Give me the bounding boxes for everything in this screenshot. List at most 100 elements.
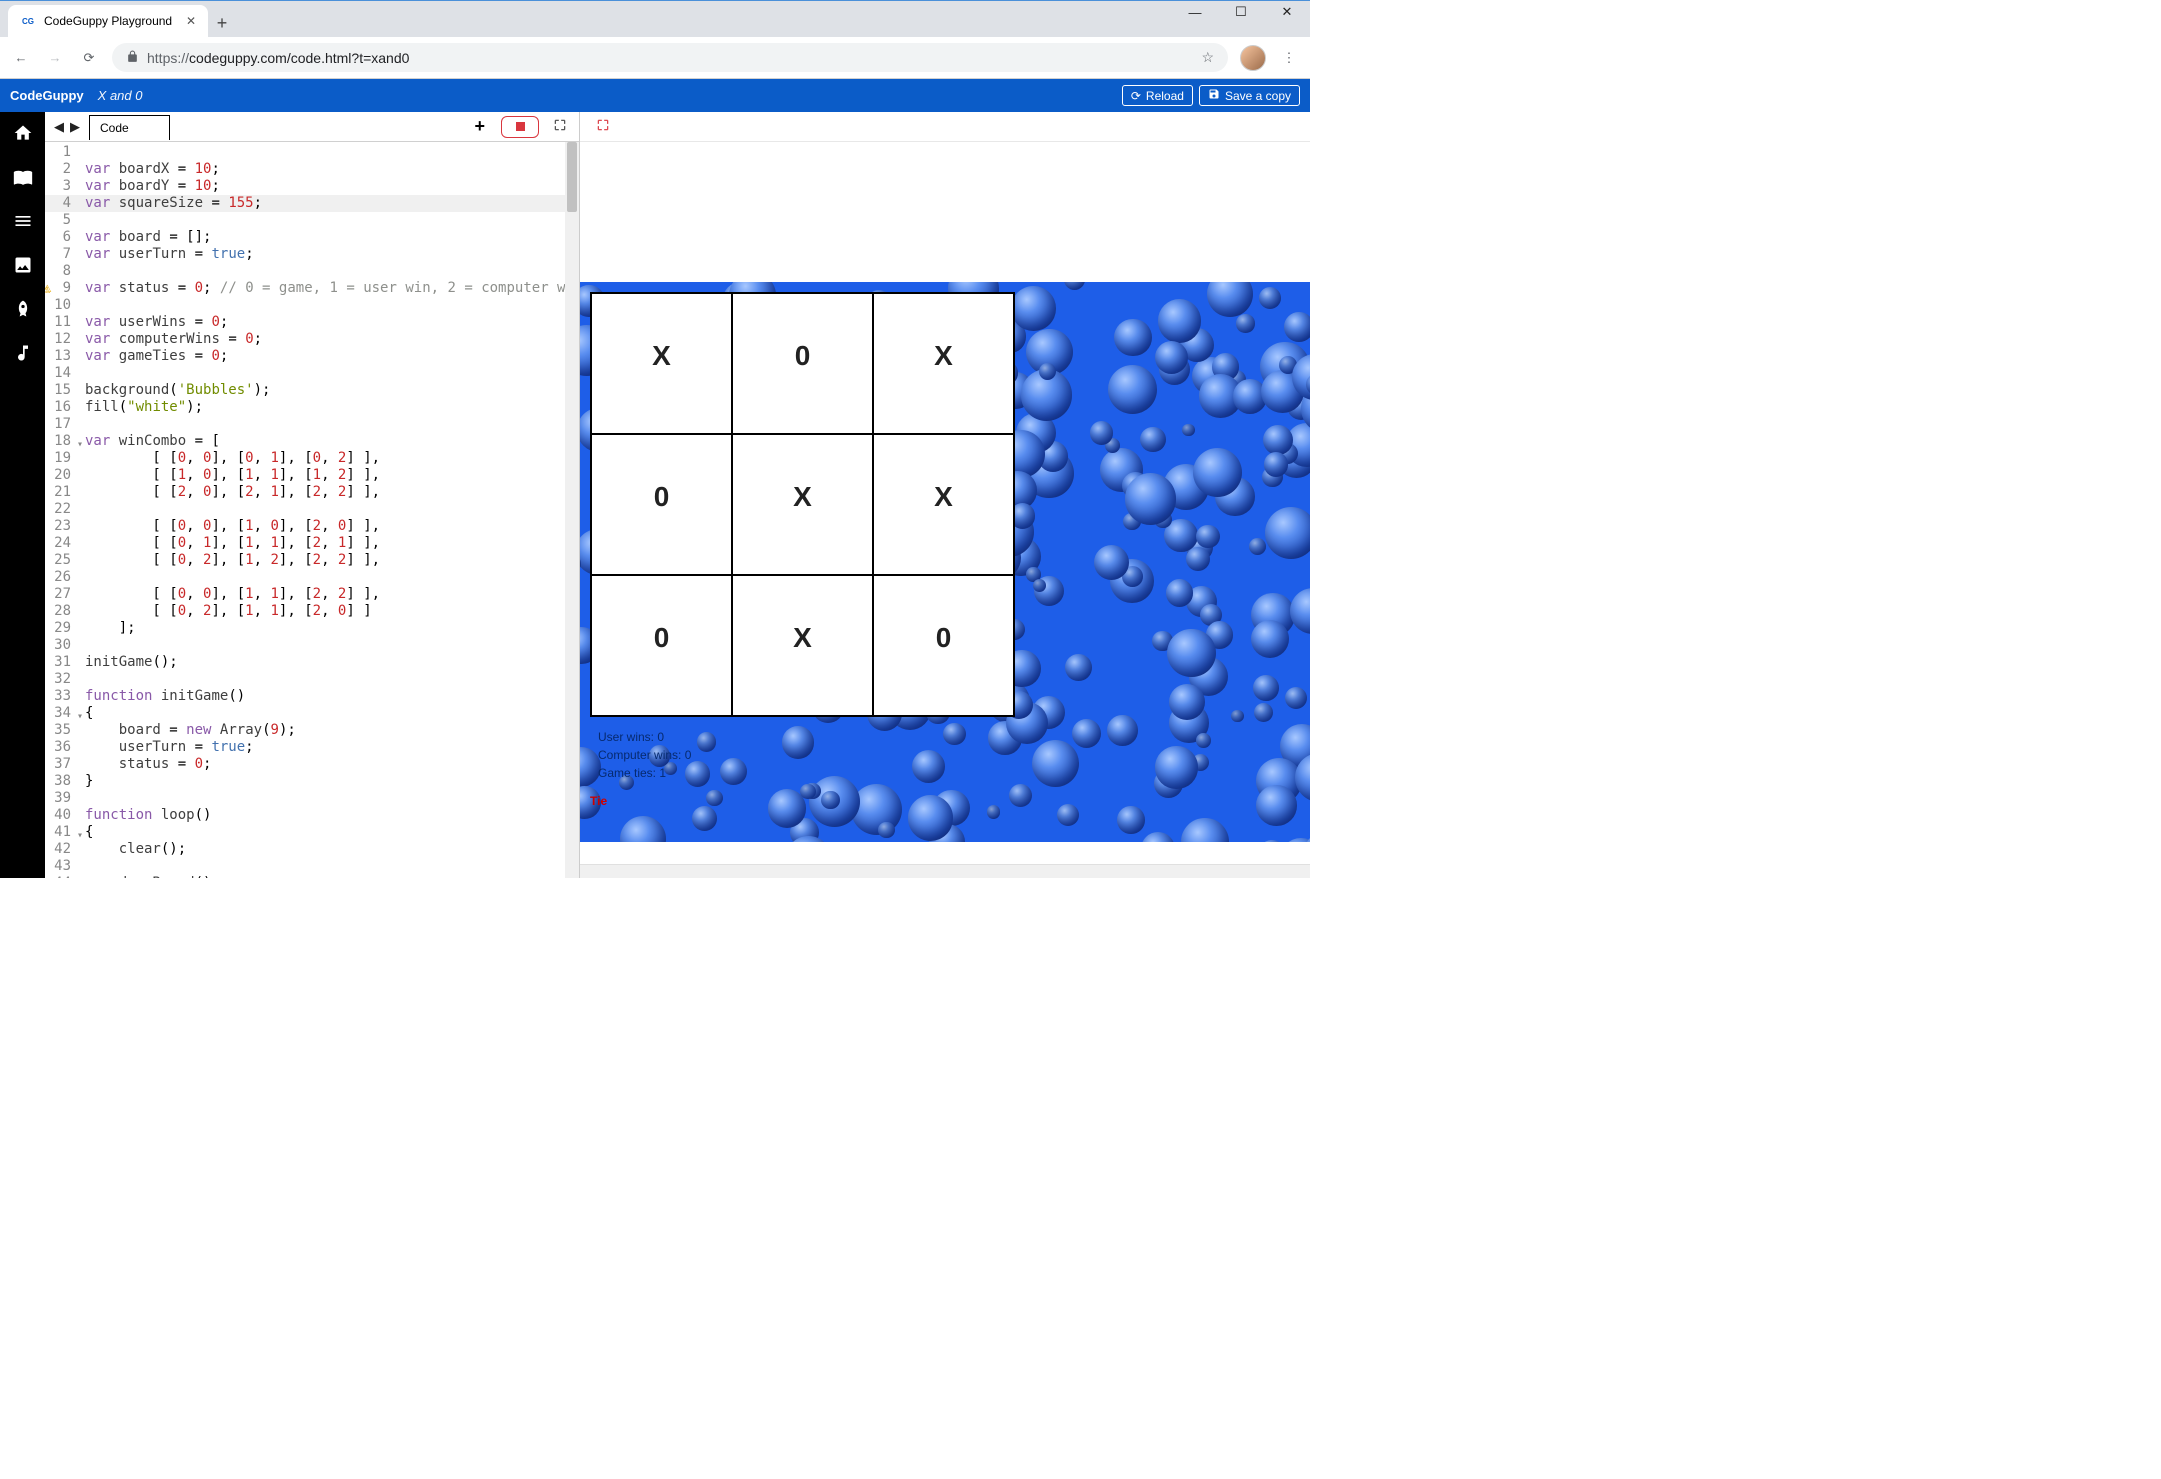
code-text[interactable] [85,416,579,433]
code-text[interactable]: board = new Array(9); [85,722,579,739]
code-text[interactable]: var squareSize = 155; [85,195,579,212]
code-text[interactable]: drawBoard(); [85,875,579,878]
code-text[interactable] [85,263,579,280]
code-text[interactable] [85,365,579,382]
code-line[interactable]: 1 [45,144,579,161]
stop-button[interactable] [501,116,539,138]
code-text[interactable]: [ [0, 2], [1, 1], [2, 0] ] [85,603,579,620]
code-text[interactable]: var boardY = 10; [85,178,579,195]
code-text[interactable]: [ [0, 0], [1, 1], [2, 2] ], [85,586,579,603]
tab-next-button[interactable]: ▶ [67,119,83,135]
code-text[interactable]: var userTurn = true; [85,246,579,263]
reload-button[interactable]: ⟳ Reload [1122,85,1193,106]
code-line[interactable]: 27 [ [0, 0], [1, 1], [2, 2] ], [45,586,579,603]
game-canvas[interactable]: X0X0XX0X0 User wins: 0 Computer wins: 0 … [580,142,1310,864]
home-icon[interactable] [12,122,34,144]
book-icon[interactable] [12,166,34,188]
music-icon[interactable] [12,342,34,364]
code-line[interactable]: 33function initGame() [45,688,579,705]
code-line[interactable]: 6var board = []; [45,229,579,246]
code-line[interactable]: 2var boardX = 10; [45,161,579,178]
code-text[interactable]: fill("white"); [85,399,579,416]
code-text[interactable] [85,569,579,586]
image-icon[interactable] [12,254,34,276]
code-line[interactable]: 28 [ [0, 2], [1, 1], [2, 0] ] [45,603,579,620]
code-text[interactable] [85,501,579,518]
code-line[interactable]: 29 ]; [45,620,579,637]
code-text[interactable]: userTurn = true; [85,739,579,756]
board-cell[interactable]: X [873,434,1014,575]
nav-reload-button[interactable]: ⟳ [78,47,100,69]
code-text[interactable]: { [85,705,579,722]
code-text[interactable] [85,297,579,314]
board-cell[interactable]: X [732,575,873,716]
code-line[interactable]: 26 [45,569,579,586]
browser-tab[interactable]: CG CodeGuppy Playground ✕ [8,5,208,37]
code-line[interactable]: 32 [45,671,579,688]
board-cell[interactable]: X [732,434,873,575]
code-text[interactable] [85,212,579,229]
code-line[interactable]: 14 [45,365,579,382]
window-minimize-button[interactable]: — [1172,0,1218,27]
expand-editor-button[interactable] [547,118,573,135]
code-text[interactable]: function initGame() [85,688,579,705]
code-line[interactable]: 20 [ [1, 0], [1, 1], [1, 2] ], [45,467,579,484]
tab-prev-button[interactable]: ◀ [51,119,67,135]
code-text[interactable]: var boardX = 10; [85,161,579,178]
code-text[interactable]: var computerWins = 0; [85,331,579,348]
code-text[interactable] [85,671,579,688]
output-hscrollbar[interactable] [580,864,1310,878]
code-text[interactable] [85,858,579,875]
code-line[interactable]: 19 [ [0, 0], [0, 1], [0, 2] ], [45,450,579,467]
code-line[interactable]: 25 [ [0, 2], [1, 2], [2, 2] ], [45,552,579,569]
code-text[interactable]: [ [0, 1], [1, 1], [2, 1] ], [85,535,579,552]
save-copy-button[interactable]: Save a copy [1199,85,1300,106]
code-line[interactable]: 22 [45,501,579,518]
code-line[interactable]: 18var winCombo = [▾ [45,433,579,450]
code-text[interactable]: initGame(); [85,654,579,671]
window-maximize-button[interactable]: ☐ [1218,0,1264,27]
code-line[interactable]: 40function loop() [45,807,579,824]
code-text[interactable] [85,637,579,654]
code-text[interactable]: var board = []; [85,229,579,246]
fold-icon[interactable]: ▾ [77,827,83,844]
code-line[interactable]: 23 [ [0, 0], [1, 0], [2, 0] ], [45,518,579,535]
board-cell[interactable]: 0 [732,293,873,434]
code-line[interactable]: 7var userTurn = true; [45,246,579,263]
code-editor[interactable]: 12var boardX = 10;3var boardY = 10;4var … [45,142,579,878]
code-tab[interactable]: Code [89,115,170,140]
address-bar[interactable]: https://codeguppy.com/code.html?t=xand0 … [112,43,1228,72]
new-tab-button[interactable]: + [208,9,236,37]
code-line[interactable]: 38} [45,773,579,790]
tab-close-icon[interactable]: ✕ [186,14,196,28]
code-line[interactable]: 31initGame(); [45,654,579,671]
code-line[interactable]: ⚠⚠9var status = 0; // 0 = game, 1 = user… [45,280,579,297]
code-text[interactable]: [ [2, 0], [2, 1], [2, 2] ], [85,484,579,501]
code-text[interactable]: [ [0, 0], [1, 0], [2, 0] ], [85,518,579,535]
code-text[interactable]: [ [0, 2], [1, 2], [2, 2] ], [85,552,579,569]
code-line[interactable]: 43 [45,858,579,875]
code-line[interactable]: 34{▾ [45,705,579,722]
code-line[interactable]: 8 [45,263,579,280]
code-line[interactable]: 17 [45,416,579,433]
tictactoe-board[interactable]: X0X0XX0X0 [590,292,1015,717]
board-cell[interactable]: 0 [591,434,732,575]
fold-icon[interactable]: ▾ [77,708,83,725]
code-line[interactable]: 12var computerWins = 0; [45,331,579,348]
code-text[interactable]: var gameTies = 0; [85,348,579,365]
fold-icon[interactable]: ▾ [77,436,83,453]
browser-menu-button[interactable]: ⋮ [1278,47,1300,69]
rocket-icon[interactable] [12,298,34,320]
code-line[interactable]: 37 status = 0; [45,756,579,773]
board-cell[interactable]: 0 [873,575,1014,716]
board-cell[interactable]: X [591,293,732,434]
board-cell[interactable]: 0 [591,575,732,716]
code-text[interactable]: [ [0, 0], [0, 1], [0, 2] ], [85,450,579,467]
code-line[interactable]: 5 [45,212,579,229]
code-line[interactable]: 15background('Bubbles'); [45,382,579,399]
code-text[interactable]: status = 0; [85,756,579,773]
window-close-button[interactable]: ✕ [1264,0,1310,27]
code-text[interactable]: [ [1, 0], [1, 1], [1, 2] ], [85,467,579,484]
code-text[interactable]: var userWins = 0; [85,314,579,331]
code-text[interactable]: ]; [85,620,579,637]
